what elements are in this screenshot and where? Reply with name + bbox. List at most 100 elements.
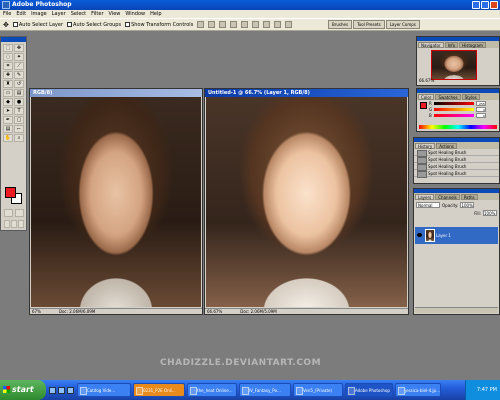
history-item[interactable]: Spot Healing Brush: [414, 149, 499, 157]
crop-tool-icon[interactable]: ⌗: [3, 62, 13, 70]
photo-canvas[interactable]: [31, 97, 201, 307]
align-center-button[interactable]: [241, 21, 249, 28]
blue-slider[interactable]: [433, 113, 474, 117]
green-slider[interactable]: [434, 107, 475, 111]
menu-view[interactable]: View: [109, 10, 121, 18]
color-ramp[interactable]: [419, 125, 497, 129]
taskbar-button[interactable]: Catdog Vide...: [77, 383, 131, 397]
document-title-bar[interactable]: Untitled-1 @ 66.7% (Layer 1, RGB/8): [205, 89, 408, 97]
magic-wand-tool-icon[interactable]: ✦: [14, 53, 24, 61]
history-brush-tool-icon[interactable]: ↺: [14, 80, 24, 88]
document-title-bar[interactable]: RGB/8): [30, 89, 202, 97]
brush-tool-icon[interactable]: ✎: [14, 71, 24, 79]
pen-tool-icon[interactable]: ✒: [3, 116, 13, 124]
blend-mode-select[interactable]: Normal: [416, 202, 440, 208]
distribute-button[interactable]: [285, 21, 293, 28]
navigator-thumbnail[interactable]: [431, 50, 477, 80]
eye-icon[interactable]: [417, 233, 422, 237]
menu-layer[interactable]: Layer: [52, 10, 66, 18]
blur-tool-icon[interactable]: ◆: [3, 98, 13, 106]
hand-tool-icon[interactable]: ✋: [3, 134, 13, 142]
distribute-button[interactable]: [274, 21, 282, 28]
taskbar-button[interactable]: the_heat Online...: [187, 383, 237, 397]
quicklaunch-icon[interactable]: [67, 386, 74, 394]
screen-mode-icon[interactable]: [18, 220, 24, 228]
tab-histogram[interactable]: Histogram: [459, 42, 486, 48]
auto-select-groups-checkbox[interactable]: Auto Select Groups: [67, 22, 121, 28]
opacity-input[interactable]: 100%: [460, 202, 475, 208]
screen-mode-icon[interactable]: [4, 220, 10, 228]
gradient-tool-icon[interactable]: ▤: [14, 89, 24, 97]
history-item[interactable]: Spot Healing Brush: [414, 163, 499, 171]
path-selection-tool-icon[interactable]: ➤: [3, 107, 13, 115]
taskbar-button-photoshop[interactable]: Adobe Photoshop: [345, 383, 393, 397]
taskbar-button[interactable]: Ven5_(Private): [293, 383, 343, 397]
dodge-tool-icon[interactable]: ●: [14, 98, 24, 106]
tab-swatches[interactable]: Swatches: [435, 94, 461, 100]
type-tool-icon[interactable]: T: [14, 107, 24, 115]
zoom-tool-icon[interactable]: ⌕: [14, 134, 24, 142]
close-button[interactable]: [490, 1, 498, 9]
menu-help[interactable]: Help: [150, 10, 161, 18]
document-window-edited[interactable]: Untitled-1 @ 66.7% (Layer 1, RGB/8) 66.6…: [204, 88, 409, 315]
notes-tool-icon[interactable]: ▤: [3, 125, 13, 133]
menu-file[interactable]: File: [3, 10, 11, 18]
quicklaunch-icon[interactable]: [58, 386, 65, 394]
palette-tab-tool-presets[interactable]: Tool Presets: [353, 20, 385, 29]
menu-image[interactable]: Image: [31, 10, 47, 18]
menu-filter[interactable]: Filter: [91, 10, 103, 18]
maximize-button[interactable]: [481, 1, 489, 9]
marquee-tool-icon[interactable]: ⬚: [3, 44, 13, 52]
align-top-button[interactable]: [197, 21, 205, 28]
red-value[interactable]: 255: [475, 100, 486, 106]
history-item[interactable]: Spot Healing Brush: [414, 156, 499, 164]
history-item[interactable]: Spot Healing Brush: [414, 170, 499, 178]
tab-channels[interactable]: Channels: [435, 194, 460, 200]
quicklaunch-icon[interactable]: [49, 386, 56, 394]
menu-select[interactable]: Select: [71, 10, 86, 18]
menu-window[interactable]: Window: [125, 10, 145, 18]
quick-mask-mode-icon[interactable]: [15, 209, 24, 217]
clone-stamp-tool-icon[interactable]: ♜: [3, 80, 13, 88]
palette-tab-layer-comps[interactable]: Layer Comps: [385, 20, 420, 29]
slice-tool-icon[interactable]: ⟋: [14, 62, 24, 70]
auto-select-layer-checkbox[interactable]: Auto Select Layer: [12, 22, 63, 28]
tab-styles[interactable]: Styles: [461, 94, 480, 100]
blue-value[interactable]: 0: [475, 112, 486, 118]
color-fg-swatch[interactable]: [420, 102, 427, 109]
navigator-zoom[interactable]: 66.67%: [419, 78, 434, 83]
tab-paths[interactable]: Paths: [460, 194, 478, 200]
tab-layers[interactable]: Layers: [415, 194, 435, 200]
minimize-button[interactable]: [472, 1, 480, 9]
lasso-tool-icon[interactable]: ◌: [3, 53, 13, 61]
taskbar-button[interactable]: 0231_P2E Onli...: [133, 383, 185, 397]
screen-mode-icon[interactable]: [11, 220, 17, 228]
layer-row-layer-1[interactable]: Layer 1: [415, 227, 498, 244]
taskbar-button[interactable]: IV_Fantasy_Po...: [239, 383, 291, 397]
move-tool-icon[interactable]: ✥: [14, 44, 24, 52]
tab-info[interactable]: Info: [444, 42, 459, 48]
red-slider[interactable]: [433, 101, 474, 105]
align-bottom-button[interactable]: [219, 21, 227, 28]
document-window-original[interactable]: RGB/8) 67% Doc: 2.06M/6.09M: [29, 88, 203, 315]
eyedropper-tool-icon[interactable]: ⌐: [14, 125, 24, 133]
align-left-button[interactable]: [230, 21, 238, 28]
shape-tool-icon[interactable]: ▢: [14, 116, 24, 124]
photo-canvas[interactable]: [206, 97, 407, 307]
align-middle-button[interactable]: [208, 21, 216, 28]
align-right-button[interactable]: [252, 21, 260, 28]
fill-input[interactable]: 100%: [483, 210, 497, 216]
taskbar-button[interactable]: jessica-biel-4.jp...: [395, 383, 441, 397]
palette-tab-brushes[interactable]: Brushes: [328, 20, 353, 29]
distribute-button[interactable]: [263, 21, 271, 28]
eraser-tool-icon[interactable]: ▭: [3, 89, 13, 97]
clock[interactable]: 7:47 PM: [477, 387, 497, 393]
healing-brush-tool-icon[interactable]: ✚: [3, 71, 13, 79]
foreground-color-swatch[interactable]: [5, 187, 16, 198]
tab-color[interactable]: Color: [418, 94, 435, 100]
tab-navigator[interactable]: Navigator: [418, 42, 444, 48]
menu-edit[interactable]: Edit: [16, 10, 26, 18]
green-value[interactable]: 0: [476, 106, 487, 112]
show-transform-checkbox[interactable]: Show Transform Controls: [125, 22, 193, 28]
start-button[interactable]: start: [0, 380, 46, 400]
